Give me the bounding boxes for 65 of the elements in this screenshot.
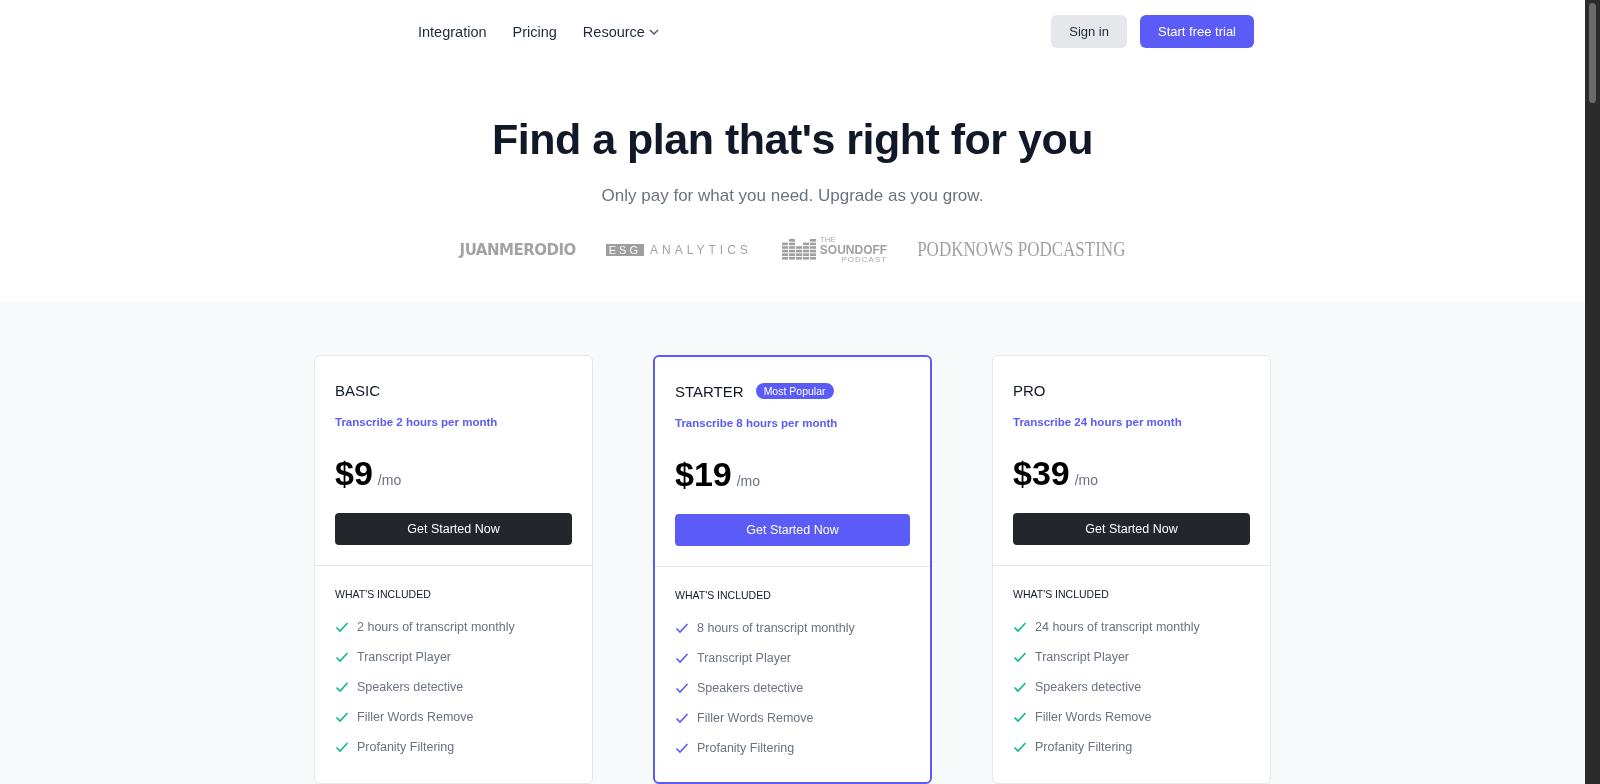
feature-text: Transcript Player bbox=[697, 651, 791, 665]
plan-name: PRO bbox=[1013, 381, 1046, 399]
feature-text: Filler Words Remove bbox=[357, 710, 474, 724]
scrollbar-thumb[interactable] bbox=[1589, 3, 1596, 103]
brand-logo-text: ANALYTICS bbox=[650, 243, 752, 257]
feature-text: 2 hours of transcript monthly bbox=[357, 620, 515, 634]
feature-text: Profanity Filtering bbox=[1035, 740, 1133, 754]
feature-text: Speakers detective bbox=[697, 681, 804, 695]
plan-price: $19 bbox=[675, 455, 732, 494]
feature-text: 8 hours of transcript monthly bbox=[697, 621, 855, 635]
plan-tagline: Transcribe 2 hours per month bbox=[335, 416, 499, 428]
feature-text: Transcript Player bbox=[1035, 650, 1129, 664]
check-icon bbox=[675, 711, 689, 725]
feature-text: Speakers detective bbox=[357, 680, 464, 694]
trial-button[interactable]: Start free trial bbox=[1139, 15, 1254, 48]
price-period: /mo bbox=[1074, 472, 1099, 488]
get-started-button[interactable]: Get Started Now bbox=[1013, 513, 1250, 545]
check-icon bbox=[335, 740, 349, 754]
page-heading: Find a plan that's right for you bbox=[492, 115, 1093, 164]
feature-text: Filler Words Remove bbox=[1035, 710, 1152, 724]
popular-badge: Most Popular bbox=[755, 383, 834, 399]
check-icon bbox=[335, 680, 349, 694]
plan-name: BASIC bbox=[335, 381, 380, 399]
nav-link[interactable]: Resource bbox=[582, 23, 660, 40]
brand-logo-text: THE bbox=[819, 236, 837, 244]
brand-logo-text: PODCAST bbox=[841, 256, 888, 264]
feature-text: Filler Words Remove bbox=[697, 711, 814, 725]
plan-tagline: Transcribe 24 hours per month bbox=[1013, 416, 1183, 428]
sign-in-button[interactable]: Sign in bbox=[1051, 15, 1127, 48]
check-icon bbox=[335, 650, 349, 664]
check-icon bbox=[675, 681, 689, 695]
brand-logo: JUANMERODIO bbox=[459, 241, 576, 259]
section-label: WHAT'S INCLUDED bbox=[335, 588, 432, 600]
get-started-button[interactable]: Get Started Now bbox=[675, 514, 910, 546]
feature-text: Profanity Filtering bbox=[697, 741, 795, 755]
check-icon bbox=[1013, 710, 1027, 724]
price-period: /mo bbox=[377, 472, 402, 488]
price-period: /mo bbox=[736, 473, 761, 489]
section-label: WHAT'S INCLUDED bbox=[1013, 588, 1110, 600]
nav-link[interactable]: Pricing bbox=[512, 23, 557, 40]
plan-price: $9 bbox=[335, 454, 373, 493]
check-icon bbox=[675, 621, 689, 635]
equalizer-icon bbox=[781, 239, 816, 261]
check-icon bbox=[1013, 620, 1027, 634]
check-icon bbox=[335, 710, 349, 724]
check-icon bbox=[1013, 680, 1027, 694]
brand-logo: SOUNDOFF bbox=[819, 244, 888, 256]
brand-logo: PODKNOWS PODCASTING bbox=[917, 238, 1126, 262]
page-subtitle: Only pay for what you need. Upgrade as you grow. bbox=[601, 186, 984, 206]
section-label: WHAT'S INCLUDED bbox=[675, 589, 772, 601]
check-icon bbox=[675, 651, 689, 665]
check-icon bbox=[1013, 740, 1027, 754]
feature-text: Profanity Filtering bbox=[357, 740, 455, 754]
get-started-button[interactable]: Get Started Now bbox=[335, 513, 572, 545]
plan-tagline: Transcribe 8 hours per month bbox=[675, 417, 839, 429]
feature-text: Transcript Player bbox=[357, 650, 451, 664]
brand-logo: ESG bbox=[605, 244, 644, 256]
check-icon bbox=[1013, 650, 1027, 664]
feature-text: Speakers detective bbox=[1035, 680, 1142, 694]
nav-link[interactable]: Integration bbox=[418, 23, 487, 40]
feature-text: 24 hours of transcript monthly bbox=[1035, 620, 1200, 634]
plan-price: $39 bbox=[1013, 454, 1070, 493]
plan-name: STARTER bbox=[675, 382, 744, 400]
check-icon bbox=[335, 620, 349, 634]
check-icon bbox=[675, 741, 689, 755]
